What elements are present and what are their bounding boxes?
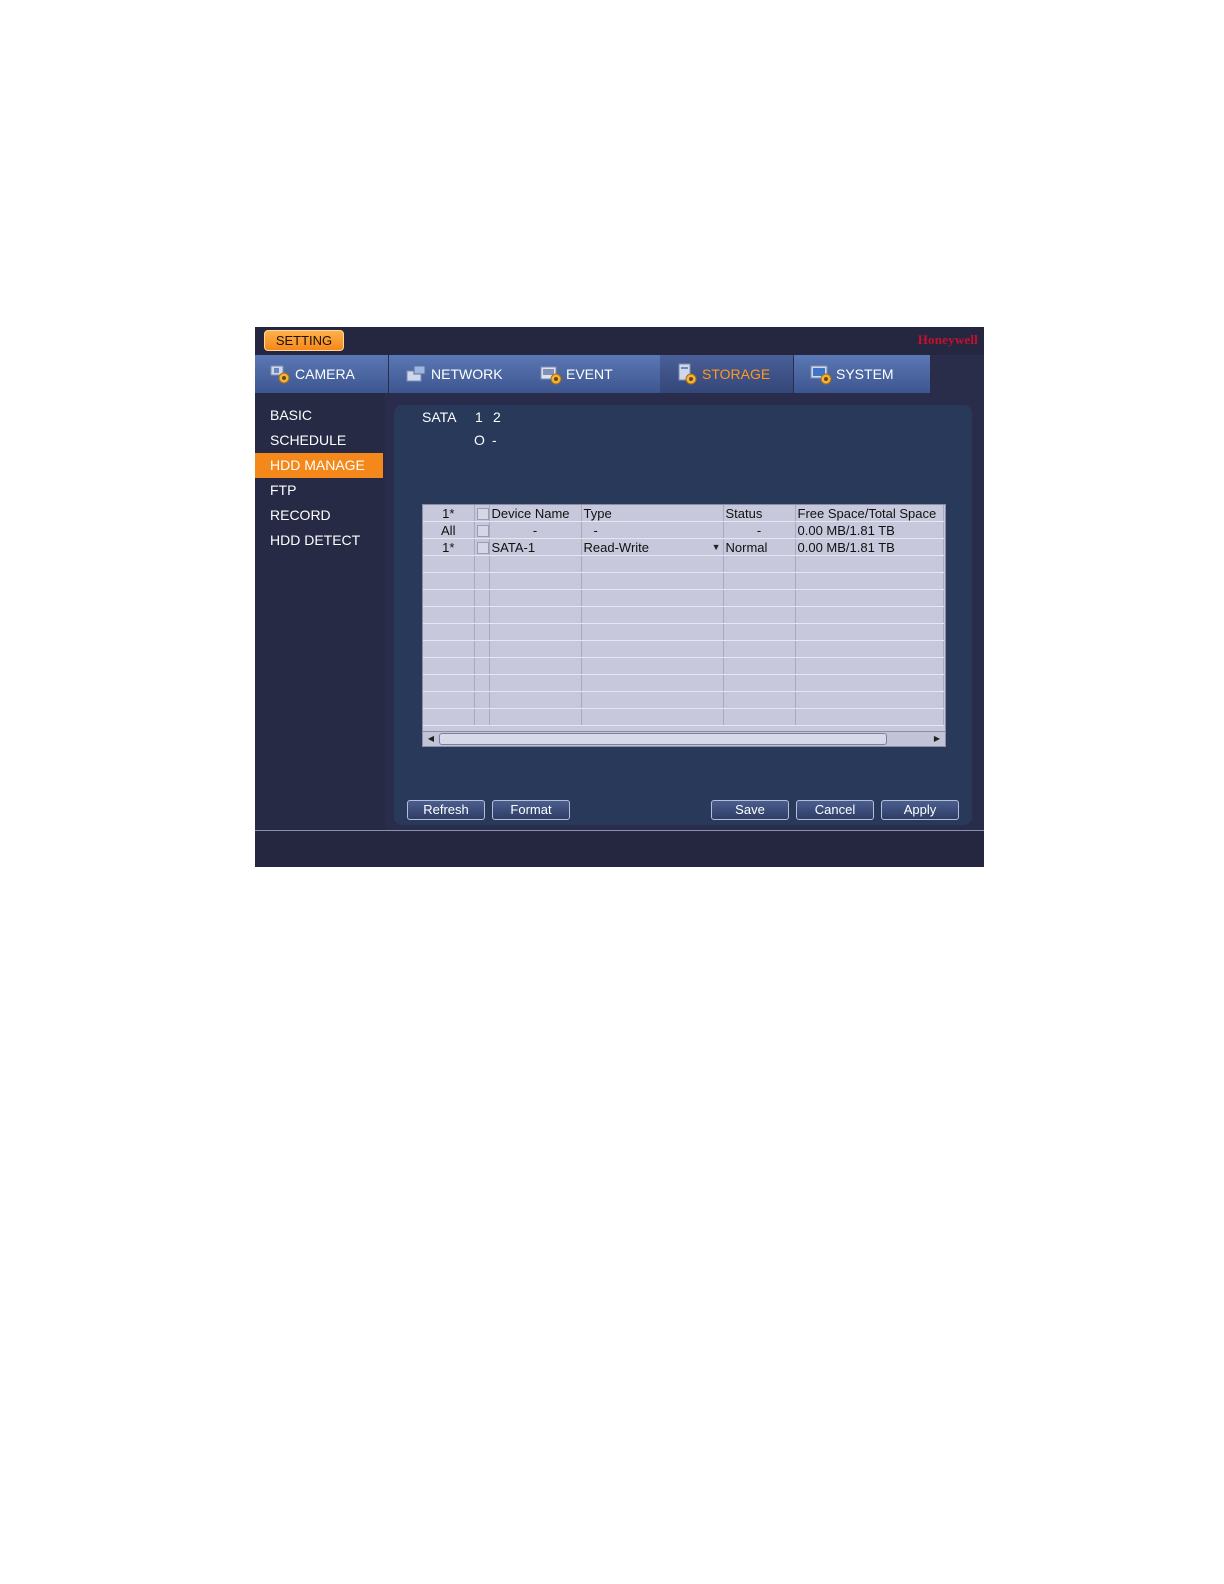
table-header-row: 1* Device Name Type Status Free Space/To…: [423, 505, 944, 522]
network-settings-icon: [405, 363, 427, 385]
scroll-left-arrow-icon[interactable]: ◀: [425, 733, 437, 745]
scroll-thumb[interactable]: [439, 733, 887, 745]
tab-camera[interactable]: CAMERA: [255, 355, 388, 393]
camera-settings-icon: [269, 363, 291, 385]
tab-system-label: SYSTEM: [836, 366, 894, 382]
event-settings-icon: [540, 363, 562, 385]
tab-camera-label: CAMERA: [295, 366, 355, 382]
sidebar-item-record[interactable]: RECORD: [255, 503, 383, 528]
storage-settings-icon: [676, 363, 698, 385]
tab-storage-label: STORAGE: [702, 366, 771, 382]
dvr-setting-screen: SETTING Honeywell CAMERA NETWORK EVENT S…: [255, 327, 984, 867]
column-header-space: Free Space/Total Space: [795, 505, 944, 522]
title-bar: SETTING Honeywell: [255, 327, 984, 355]
row-space: 0.00 MB/1.81 TB: [795, 521, 944, 539]
select-all-checkbox[interactable]: [476, 508, 488, 521]
table-row-empty: [423, 640, 944, 658]
sata-port-1-status: O: [474, 432, 485, 448]
tab-storage[interactable]: STORAGE: [660, 355, 793, 393]
row-status: -: [723, 521, 796, 539]
column-header-status: Status: [723, 505, 796, 522]
row-device-name: SATA-1: [489, 538, 582, 556]
sidebar-item-ftp[interactable]: FTP: [255, 478, 383, 503]
sidebar-item-schedule[interactable]: SCHEDULE: [255, 428, 383, 453]
row-checkbox-cell: [474, 521, 490, 539]
header-checkbox-cell: [474, 505, 490, 522]
tab-network-label: NETWORK: [431, 366, 503, 382]
hdd-manage-panel: SATA 1 2 O - 1* Device Name Type Status …: [394, 405, 972, 825]
sidebar-item-basic[interactable]: BASIC: [255, 403, 383, 428]
system-settings-icon: [810, 363, 832, 385]
table-row-empty: [423, 708, 944, 726]
row-number: All: [423, 521, 475, 539]
tab-event[interactable]: EVENT: [524, 355, 660, 393]
type-dropdown[interactable]: Read-Write ▼: [581, 538, 724, 556]
type-dropdown-value: Read-Write: [583, 539, 650, 555]
cancel-button[interactable]: Cancel: [796, 800, 874, 820]
table-row-empty: [423, 606, 944, 624]
hdd-table: 1* Device Name Type Status Free Space/To…: [422, 504, 946, 747]
sidebar-item-hdd-manage[interactable]: HDD MANAGE: [255, 453, 383, 478]
horizontal-scrollbar[interactable]: ◀ ▶: [423, 731, 945, 746]
row-type-value: -: [593, 522, 598, 538]
table-row-empty: [423, 555, 944, 573]
table-row[interactable]: 1* SATA-1 Read-Write ▼ Normal 0.00 MB/1.8…: [423, 538, 944, 556]
tab-event-label: EVENT: [566, 366, 613, 382]
row-checkbox[interactable]: [476, 542, 488, 555]
refresh-button[interactable]: Refresh: [407, 800, 485, 820]
sata-port-2-status: -: [492, 432, 497, 448]
sata-port-1: 1: [475, 409, 483, 425]
row-type: -: [581, 521, 724, 539]
table-row-empty: [423, 572, 944, 590]
row-status: Normal: [723, 538, 796, 556]
sata-port-2: 2: [493, 409, 501, 425]
row-checkbox[interactable]: [476, 525, 488, 538]
table-row[interactable]: All - - - 0.00 MB/1.81 TB: [423, 521, 944, 539]
main-tab-bar: CAMERA NETWORK EVENT STORAGE SYSTEM: [255, 355, 984, 393]
row-device-name: -: [489, 521, 582, 539]
format-button[interactable]: Format: [492, 800, 570, 820]
tab-network[interactable]: NETWORK: [389, 355, 524, 393]
sidebar-item-hdd-detect[interactable]: HDD DETECT: [255, 528, 383, 553]
table-row-empty: [423, 674, 944, 692]
table-row-empty: [423, 691, 944, 709]
sata-label: SATA: [422, 409, 457, 425]
row-space: 0.00 MB/1.81 TB: [795, 538, 944, 556]
table-row-empty: [423, 623, 944, 641]
sidebar: BASIC SCHEDULE HDD MANAGE FTP RECORD HDD…: [255, 393, 385, 830]
scroll-right-arrow-icon[interactable]: ▶: [931, 733, 943, 745]
row-number: 1*: [423, 538, 475, 556]
save-button[interactable]: Save: [711, 800, 789, 820]
status-bar: [255, 831, 984, 867]
row-checkbox-cell: [474, 538, 490, 556]
table-row-empty: [423, 589, 944, 607]
column-header-device-name: Device Name: [489, 505, 582, 522]
setting-badge: SETTING: [264, 330, 344, 351]
chevron-down-icon: ▼: [711, 541, 721, 552]
tab-system[interactable]: SYSTEM: [794, 355, 930, 393]
brand-logo: Honeywell: [917, 332, 978, 347]
column-header-number[interactable]: 1*: [423, 505, 475, 522]
column-header-type: Type: [581, 505, 724, 522]
table-row-empty: [423, 657, 944, 675]
apply-button[interactable]: Apply: [881, 800, 959, 820]
